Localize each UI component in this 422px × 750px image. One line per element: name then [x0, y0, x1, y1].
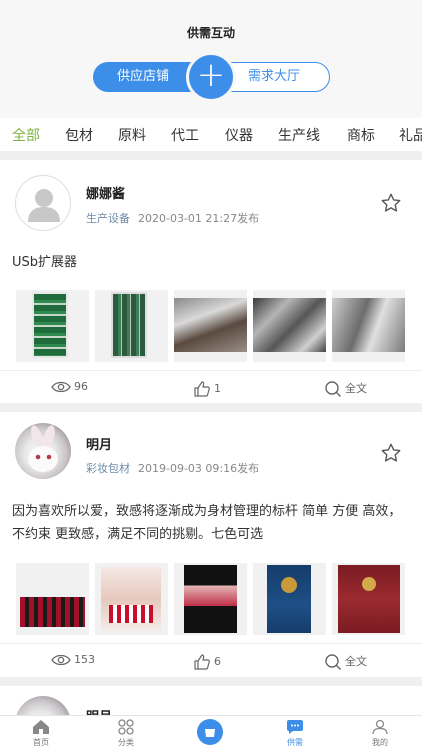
views-count: 153	[51, 653, 95, 667]
user-name[interactable]: 明月	[86, 706, 112, 715]
image-gallery	[16, 563, 416, 635]
product-image[interactable]	[95, 290, 168, 362]
user-name[interactable]: 娜娜酱	[86, 183, 125, 202]
tab-oem[interactable]: 代工	[171, 125, 199, 145]
nav-profile[interactable]: 我的	[350, 719, 410, 748]
segment-switch: 供应店铺 需求大厅 +	[93, 52, 330, 102]
full-text-button[interactable]: 全文	[324, 380, 367, 398]
category-icon	[118, 719, 134, 735]
add-post-button[interactable]: +	[186, 52, 236, 102]
product-image[interactable]	[174, 563, 247, 635]
avatar[interactable]	[15, 175, 71, 231]
post-datetime: 2019-09-03 09:16发布	[138, 462, 260, 475]
post-meta: 生产设备 2020-03-01 21:27发布	[86, 210, 259, 226]
product-image[interactable]	[332, 290, 405, 362]
post-card[interactable]: 明月	[0, 686, 422, 715]
image-gallery	[16, 290, 416, 362]
nav-home[interactable]: 首页	[11, 719, 71, 748]
product-image[interactable]	[332, 563, 405, 635]
like-button[interactable]: 1	[193, 380, 221, 398]
thumbs-up-icon	[194, 381, 210, 397]
tab-production-line[interactable]: 生产线	[278, 125, 320, 145]
product-image[interactable]	[16, 563, 89, 635]
post-category: 彩妆包材	[86, 462, 130, 475]
bottom-nav: 首页 分类 供需 我的	[0, 715, 422, 750]
thumbs-up-icon	[194, 654, 210, 670]
product-image[interactable]	[253, 290, 326, 362]
top-header: 供需互动 供应店铺 需求大厅 +	[0, 0, 422, 118]
product-image[interactable]	[253, 563, 326, 635]
post-text[interactable]: USb扩展器	[12, 251, 410, 274]
nav-center-button[interactable]	[197, 719, 223, 745]
post-datetime: 2020-03-01 21:27发布	[138, 212, 260, 225]
tab-instrument[interactable]: 仪器	[225, 125, 253, 145]
tab-packaging[interactable]: 包材	[65, 125, 93, 145]
post-category: 生产设备	[86, 212, 130, 225]
product-image[interactable]	[174, 290, 247, 362]
center-icon	[205, 729, 215, 737]
full-text-button[interactable]: 全文	[324, 653, 367, 671]
favorite-star-icon[interactable]	[380, 192, 402, 214]
user-icon	[372, 719, 388, 735]
category-tabs: 全部 包材 原料 代工 仪器 生产线 商标 礼品	[0, 118, 422, 151]
nav-category[interactable]: 分类	[96, 719, 156, 748]
user-name[interactable]: 明月	[86, 434, 112, 453]
post-text[interactable]: 因为喜欢所以爱，致感将逐渐成为身材管理的标杆 简单 方便 高效，不约束 更致感，…	[12, 500, 410, 546]
favorite-star-icon[interactable]	[380, 442, 402, 464]
rabbit-avatar-icon	[28, 425, 58, 472]
tab-all[interactable]: 全部	[12, 125, 40, 145]
avatar[interactable]	[15, 696, 71, 715]
search-icon	[325, 381, 341, 397]
home-icon	[33, 720, 49, 734]
search-icon	[325, 654, 341, 670]
divider	[0, 370, 422, 371]
post-actions: 153 6 全文	[0, 646, 422, 676]
post-card[interactable]: 明月 彩妆包材 2019-09-03 09:16发布 因为喜欢所以爱，致感将逐渐成…	[0, 412, 422, 677]
post-card[interactable]: 娜娜酱 生产设备 2020-03-01 21:27发布 USb扩展器 96 1	[0, 160, 422, 403]
like-button[interactable]: 6	[193, 653, 221, 671]
tab-trademark[interactable]: 商标	[347, 125, 375, 145]
post-actions: 96 1 全文	[0, 373, 422, 403]
views-count: 96	[51, 380, 88, 394]
tab-gift[interactable]: 礼品	[399, 125, 422, 145]
tab-raw-material[interactable]: 原料	[118, 125, 146, 145]
eye-icon	[51, 654, 71, 666]
product-image[interactable]	[16, 290, 89, 362]
product-image[interactable]	[95, 563, 168, 635]
page-title: 供需互动	[186, 26, 235, 40]
divider	[0, 643, 422, 644]
nav-supply-demand[interactable]: 供需	[265, 719, 325, 748]
post-meta: 彩妆包材 2019-09-03 09:16发布	[86, 460, 259, 476]
eye-icon	[51, 381, 71, 393]
default-avatar-icon	[28, 189, 60, 222]
avatar[interactable]	[15, 423, 71, 479]
chat-icon	[287, 720, 303, 734]
